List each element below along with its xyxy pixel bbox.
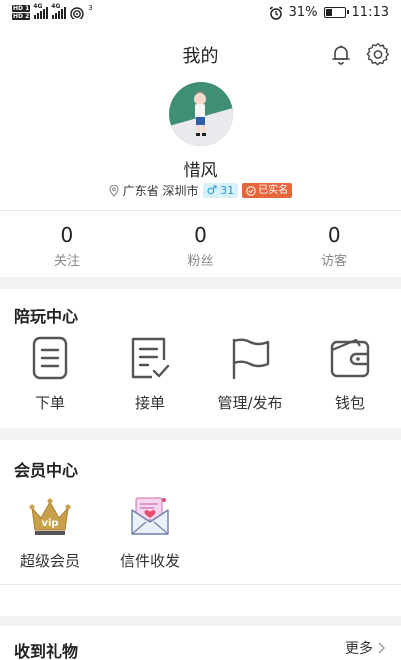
profile-info: 广东省 深圳市 ♂ 31 已实名 [0,182,401,199]
stat-label: 粉丝 [187,254,214,269]
stat-value: 0 [194,223,207,247]
location-pin-icon [109,184,119,197]
status-bar-left: HD 1 HD 2 4G 4G 3 [12,3,93,21]
vip-crown-icon: vip [29,498,71,535]
grid-label: 接单 [134,394,165,412]
section-title-play-center: 陪玩中心 [14,307,79,326]
stat-fans[interactable]: 0 粉丝 [134,222,268,274]
hd1-label: HD 1 [12,5,31,12]
grid-label: 信件收发 [119,552,180,570]
check-circle-icon [246,185,256,196]
battery-icon [323,7,349,18]
vip-badge-text: vip [41,518,58,529]
avatar[interactable] [169,82,233,146]
location-text: 广东省 深圳市 [122,184,199,198]
network-type-1: 4G [33,3,43,10]
play-center-grid: 下单 接单 管理/发布 钱包 [0,336,401,413]
status-bar: HD 1 HD 2 4G 4G 3 31% 11:13 [0,0,401,28]
battery-percent: 31% [288,5,318,20]
network-type-2: 4G [51,3,61,10]
grid-label: 管理/发布 [217,394,283,412]
grid-item-super-vip[interactable]: vip 超级会员 [0,494,100,571]
age-value: 31 [220,184,235,197]
signal-icon: 4G [33,3,49,19]
stat-value: 0 [327,223,341,247]
verified-badge: 已实名 [242,183,293,198]
stat-label: 访客 [321,254,348,269]
grid-item-letters[interactable]: 信件收发 [100,494,200,571]
more-label: 更多 [345,641,373,657]
male-icon: ♂ [206,183,218,197]
section-gap [0,616,401,626]
stat-following[interactable]: 0 关注 [0,222,134,274]
section-gap [0,428,401,440]
clock: 11:13 [351,5,389,20]
accept-order-icon [131,337,170,379]
header: 我的 [0,36,401,72]
chevron-right-icon [378,642,385,654]
wifi-count: 3 [88,4,93,12]
grid-item-wallet[interactable]: 钱包 [300,336,400,413]
alarm-icon [269,5,283,20]
status-bar-right: 31% 11:13 [269,5,389,20]
grid-label: 钱包 [334,394,365,412]
grid-label: 超级会员 [19,552,80,570]
divider [0,210,401,211]
gear-icon[interactable] [366,42,390,66]
username: 惜风 [183,161,218,181]
more-link[interactable]: 更多 [345,638,385,658]
verified-label: 已实名 [258,185,289,196]
flag-icon [232,338,270,380]
grid-item-manage-publish[interactable]: 管理/发布 [200,336,300,413]
grid-item-accept-order[interactable]: 接单 [100,336,200,413]
signal-icon: 4G [51,3,67,19]
bell-icon[interactable] [329,42,353,66]
wallet-icon [330,338,370,378]
member-center-grid: vip 超级会员 信件收发 [0,494,401,571]
stat-label: 关注 [53,254,80,269]
wifi-icon [70,7,84,19]
divider [0,584,401,585]
stats-row: 0 关注 0 粉丝 0 访客 [0,222,401,274]
section-title-member-center: 会员中心 [14,461,79,480]
order-icon [32,336,68,380]
grid-item-order[interactable]: 下单 [0,336,100,413]
hd2-label: HD 2 [12,13,31,20]
hd-indicator: HD 1 HD 2 [12,5,31,21]
gender-age-badge: ♂ 31 [202,183,239,198]
stat-visitors[interactable]: 0 访客 [267,222,401,274]
section-gap [0,277,401,289]
grid-label: 下单 [34,394,65,412]
letter-icon [131,497,169,535]
stat-value: 0 [60,223,74,247]
section-title-gifts: 收到礼物 [14,642,79,660]
